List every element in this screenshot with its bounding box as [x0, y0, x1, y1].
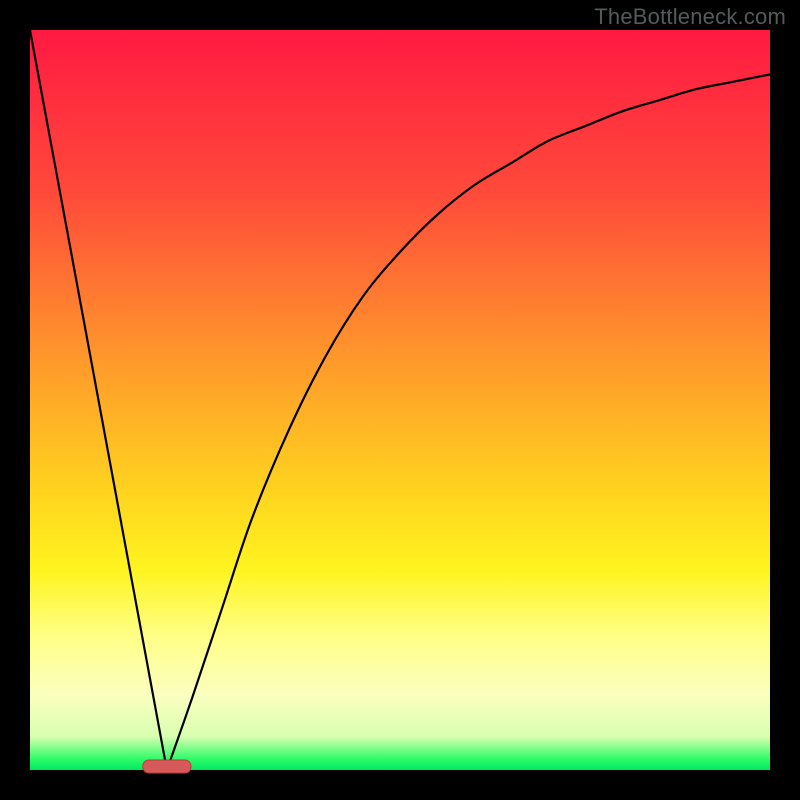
plot-background: [30, 30, 770, 770]
chart-frame: TheBottleneck.com: [0, 0, 800, 800]
watermark-label: TheBottleneck.com: [594, 4, 786, 30]
bottleneck-chart: [0, 0, 800, 800]
target-marker: [143, 760, 191, 773]
